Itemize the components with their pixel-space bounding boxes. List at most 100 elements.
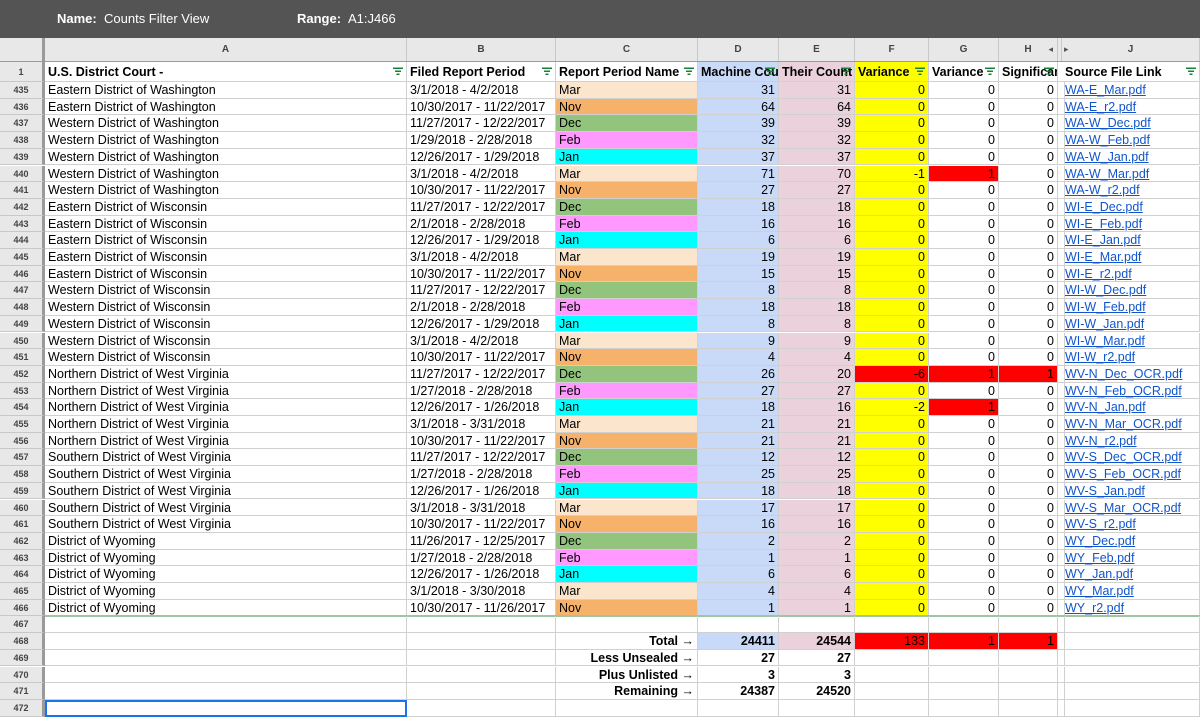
row-number[interactable]: 441 <box>0 182 45 199</box>
row-number[interactable]: 450 <box>0 332 45 350</box>
variance-flag-cell[interactable]: 0 <box>929 382 999 400</box>
variance-flag-cell[interactable]: 1 <box>929 165 999 183</box>
empty-cell[interactable] <box>698 616 779 634</box>
variance-flag-cell[interactable]: 0 <box>929 349 999 366</box>
empty-cell[interactable] <box>45 649 407 667</box>
period-cell[interactable]: 11/27/2017 - 12/22/2017 <box>407 449 556 467</box>
variance-cell[interactable]: 0 <box>855 265 929 283</box>
variance-cell[interactable]: 0 <box>855 599 929 617</box>
empty-cell[interactable] <box>1062 616 1200 634</box>
column-header-g[interactable]: G <box>929 38 999 61</box>
row-number[interactable]: 448 <box>0 299 45 316</box>
column-header-e[interactable]: E <box>779 38 855 61</box>
district-cell[interactable]: Eastern District of Wisconsin <box>45 198 407 216</box>
variance-flag-cell[interactable]: 0 <box>929 449 999 467</box>
significant-cell[interactable]: 0 <box>999 249 1058 266</box>
machine-count-cell[interactable]: 18 <box>698 399 779 416</box>
row-number[interactable]: 472 <box>0 699 45 717</box>
source-file-link-value[interactable]: WV-S_Jan.pdf <box>1065 484 1145 498</box>
variance-flag-cell[interactable]: 0 <box>929 198 999 216</box>
district-cell[interactable]: Eastern District of Wisconsin <box>45 249 407 266</box>
row-number[interactable]: 455 <box>0 416 45 433</box>
period-cell[interactable]: 10/30/2017 - 11/26/2017 <box>407 599 556 617</box>
source-file-link[interactable]: WA-W_Dec.pdf <box>1062 115 1200 133</box>
filter-icon[interactable] <box>841 66 851 76</box>
period-name-cell[interactable]: Feb <box>556 382 698 400</box>
row-number[interactable]: 468 <box>0 633 45 650</box>
machine-count-cell[interactable]: 9 <box>698 332 779 350</box>
district-cell[interactable]: Northern District of West Virginia <box>45 416 407 433</box>
variance-cell[interactable]: 0 <box>855 198 929 216</box>
machine-count-cell[interactable]: 16 <box>698 516 779 533</box>
source-file-link[interactable]: WI-W_Mar.pdf <box>1062 332 1200 350</box>
significant-cell[interactable]: 0 <box>999 449 1058 467</box>
variance-cell[interactable]: 0 <box>855 249 929 266</box>
significant-cell[interactable]: 0 <box>999 115 1058 133</box>
source-file-link[interactable]: WA-W_Mar.pdf <box>1062 165 1200 183</box>
variance-flag-cell[interactable]: 0 <box>929 265 999 283</box>
source-file-link[interactable]: WI-E_Dec.pdf <box>1062 198 1200 216</box>
district-cell[interactable]: Western District of Wisconsin <box>45 332 407 350</box>
significant-cell[interactable]: 0 <box>999 165 1058 183</box>
summary-variance-cell[interactable] <box>855 649 929 667</box>
summary-variance-flag-cell[interactable] <box>929 649 999 667</box>
header-cell-j[interactable]: Source File Link <box>1062 62 1200 82</box>
period-cell[interactable]: 12/26/2017 - 1/26/2018 <box>407 566 556 583</box>
source-file-link-value[interactable]: WA-E_r2.pdf <box>1065 100 1136 114</box>
source-file-link[interactable]: WY_Dec.pdf <box>1062 532 1200 550</box>
machine-count-cell[interactable]: 4 <box>698 583 779 600</box>
district-cell[interactable]: Western District of Wisconsin <box>45 349 407 366</box>
machine-count-cell[interactable]: 8 <box>698 315 779 333</box>
machine-count-cell[interactable]: 21 <box>698 432 779 450</box>
machine-count-cell[interactable]: 39 <box>698 115 779 133</box>
source-file-link[interactable]: WY_Mar.pdf <box>1062 583 1200 600</box>
district-cell[interactable]: District of Wyoming <box>45 549 407 567</box>
their-count-cell[interactable]: 20 <box>779 365 855 383</box>
empty-cell[interactable] <box>929 699 999 717</box>
district-cell[interactable]: Western District of Washington <box>45 182 407 199</box>
empty-cell[interactable] <box>45 683 407 700</box>
filter-icon[interactable] <box>1044 66 1054 76</box>
period-name-cell[interactable]: Nov <box>556 516 698 533</box>
empty-cell[interactable] <box>45 633 407 650</box>
source-file-link[interactable]: WA-E_r2.pdf <box>1062 98 1200 116</box>
row-number[interactable]: 451 <box>0 349 45 366</box>
period-name-cell[interactable]: Nov <box>556 349 698 366</box>
row-number[interactable]: 439 <box>0 148 45 166</box>
summary-significant-cell[interactable] <box>999 666 1058 684</box>
source-file-link[interactable]: WI-W_Jan.pdf <box>1062 315 1200 333</box>
variance-cell[interactable]: 0 <box>855 299 929 316</box>
source-file-link[interactable]: WV-S_r2.pdf <box>1062 516 1200 533</box>
district-cell[interactable]: Southern District of West Virginia <box>45 466 407 483</box>
period-cell[interactable]: 11/27/2017 - 12/22/2017 <box>407 198 556 216</box>
column-header-d[interactable]: D <box>698 38 779 61</box>
source-file-link[interactable]: WI-E_Jan.pdf <box>1062 232 1200 249</box>
column-header-c[interactable]: C <box>556 38 698 61</box>
empty-cell[interactable] <box>855 699 929 717</box>
empty-cell[interactable] <box>1062 683 1200 700</box>
source-file-link-value[interactable]: WV-N_Jan.pdf <box>1065 400 1146 414</box>
row-number[interactable]: 471 <box>0 683 45 700</box>
period-cell[interactable]: 10/30/2017 - 11/22/2017 <box>407 98 556 116</box>
period-cell[interactable]: 1/27/2018 - 2/28/2018 <box>407 549 556 567</box>
row-number[interactable]: 449 <box>0 315 45 333</box>
period-name-cell[interactable]: Feb <box>556 215 698 233</box>
source-file-link-value[interactable]: WY_Mar.pdf <box>1065 584 1134 598</box>
significant-cell[interactable]: 0 <box>999 382 1058 400</box>
their-count-cell[interactable]: 25 <box>779 466 855 483</box>
variance-cell[interactable]: 0 <box>855 583 929 600</box>
variance-flag-cell[interactable]: 0 <box>929 82 999 99</box>
filter-icon[interactable] <box>684 66 694 76</box>
machine-count-cell[interactable]: 64 <box>698 98 779 116</box>
source-file-link-value[interactable]: WV-N_Mar_OCR.pdf <box>1065 417 1182 431</box>
variance-cell[interactable]: 0 <box>855 449 929 467</box>
summary-machine-cell[interactable]: 24387 <box>698 683 779 700</box>
source-file-link[interactable]: WV-N_Feb_OCR.pdf <box>1062 382 1200 400</box>
summary-variance-cell[interactable]: 133 <box>855 633 929 650</box>
period-cell[interactable]: 2/1/2018 - 2/28/2018 <box>407 215 556 233</box>
machine-count-cell[interactable]: 25 <box>698 466 779 483</box>
their-count-cell[interactable]: 6 <box>779 232 855 249</box>
summary-variance-flag-cell[interactable] <box>929 683 999 700</box>
period-cell[interactable]: 2/1/2018 - 2/28/2018 <box>407 299 556 316</box>
machine-count-cell[interactable]: 16 <box>698 215 779 233</box>
